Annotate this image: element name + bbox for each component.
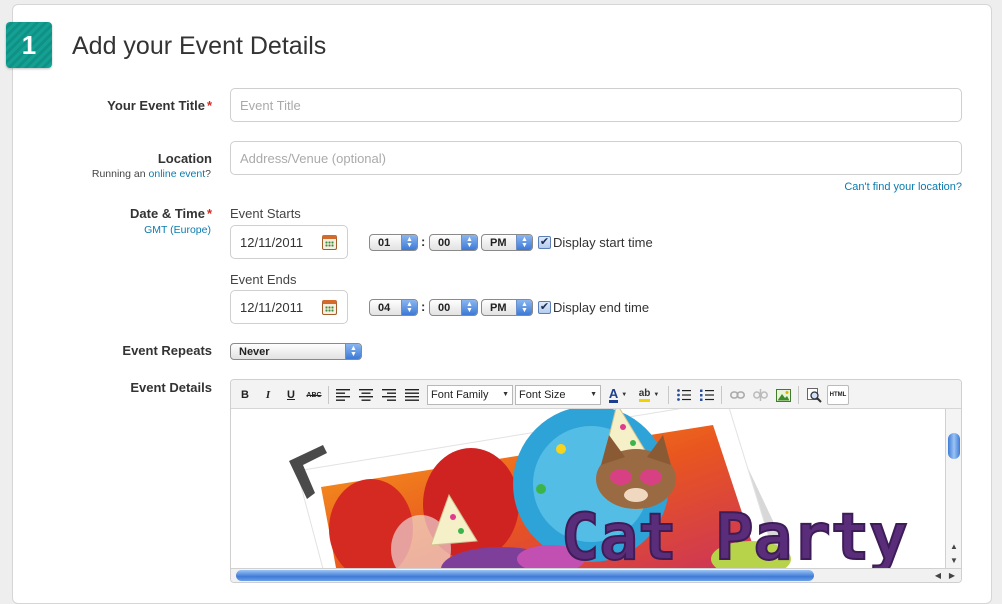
time-colon: : (421, 299, 426, 314)
event-details-editor[interactable]: B I U ABC Font Family ▼ Font Size ▼ A ▼ ab ▼ (230, 379, 962, 583)
timezone-link[interactable]: GMT (Europe) (144, 224, 211, 236)
font-color-glyph: A (608, 385, 619, 403)
start-minute-value: 00 (438, 236, 451, 249)
scroll-left-icon[interactable]: ◀ (935, 571, 941, 580)
event-ends-caption: Event Ends (230, 272, 297, 287)
toolbar-separator (668, 386, 669, 404)
start-ampm-select[interactable]: PM ▲ ▼ (481, 234, 533, 251)
time-colon: : (421, 234, 426, 249)
font-family-value: Font Family (431, 389, 489, 401)
end-minute-select[interactable]: 00 ▲ ▼ (429, 299, 478, 316)
display-end-time-checkbox[interactable]: ✔ (538, 301, 551, 314)
page-title: Add your Event Details (72, 32, 327, 60)
highlight-glyph: ab (638, 388, 651, 402)
event-repeats-value: Never (239, 345, 270, 358)
scroll-up-icon[interactable]: ▲ (950, 542, 958, 551)
bold-button[interactable]: B (235, 385, 255, 405)
dropdown-arrow-icon: ▼ (502, 391, 509, 398)
start-minute-select[interactable]: 00 ▲ ▼ (429, 234, 478, 251)
end-ampm-select[interactable]: PM ▲ ▼ (481, 299, 533, 316)
display-start-time-label: Display start time (553, 235, 653, 250)
display-end-time-label: Display end time (553, 300, 650, 315)
location-label: Location (157, 151, 212, 166)
end-minute-value: 00 (438, 301, 451, 314)
select-arrows-icon: ▲ ▼ (516, 235, 532, 250)
dropdown-arrow-icon: ▼ (590, 391, 597, 398)
select-arrows-icon: ▲ ▼ (461, 300, 477, 315)
event-details-label: Event Details (130, 380, 212, 395)
highlight-color-button[interactable]: ab ▼ (634, 385, 664, 405)
event-repeats-select[interactable]: Never ▲ ▼ (230, 343, 362, 360)
editor-content-area[interactable]: Cat Party (231, 409, 945, 568)
end-hour-select[interactable]: 04 ▲ ▼ (369, 299, 418, 316)
event-starts-caption: Event Starts (230, 206, 301, 221)
numbered-list-icon[interactable] (697, 385, 717, 405)
location-input[interactable] (230, 141, 962, 175)
bullet-list-icon[interactable] (674, 385, 694, 405)
toolbar-separator (798, 386, 799, 404)
align-center-icon[interactable] (356, 385, 376, 405)
cat-party-text: Cat Party (561, 501, 908, 568)
start-ampm-value: PM (490, 236, 507, 249)
insert-image-icon[interactable] (773, 385, 793, 405)
event-title-input[interactable] (230, 88, 962, 122)
end-date-value: 12/11/2011 (240, 299, 304, 315)
calendar-icon[interactable] (322, 300, 337, 315)
editor-vertical-scrollbar[interactable]: ▲ ▼ (945, 409, 961, 568)
online-event-hint-suffix: ? (205, 168, 211, 180)
dropdown-arrow-icon: ▼ (653, 392, 660, 398)
online-event-hint-prefix: Running an (91, 168, 149, 180)
online-event-hint: Running an online event? (92, 168, 211, 180)
start-date-value: 12/11/2011 (240, 234, 304, 250)
select-arrows-icon: ▲ ▼ (516, 300, 532, 315)
select-arrows-icon: ▲ ▼ (461, 235, 477, 250)
event-title-label: Your Event Title * (107, 98, 212, 113)
date-time-label-text: Date & Time (130, 206, 205, 221)
vertical-scroll-thumb[interactable] (948, 433, 960, 459)
link-icon[interactable] (727, 385, 747, 405)
end-hour-value: 04 (378, 301, 391, 314)
display-start-time-checkbox[interactable]: ✔ (538, 236, 551, 249)
online-event-link[interactable]: online event (149, 168, 206, 180)
unlink-icon[interactable] (750, 385, 770, 405)
italic-button[interactable]: I (258, 385, 278, 405)
event-title-label-text: Your Event Title (107, 98, 205, 113)
dropdown-arrow-icon: ▼ (621, 392, 628, 398)
start-date-input[interactable]: 12/11/2011 (230, 225, 348, 259)
calendar-icon[interactable] (322, 235, 337, 250)
date-time-label: Date & Time * (130, 206, 212, 221)
scroll-right-icon[interactable]: ▶ (949, 571, 955, 580)
underline-button[interactable]: U (281, 385, 301, 405)
editor-toolbar: B I U ABC Font Family ▼ Font Size ▼ A ▼ ab ▼ (231, 380, 961, 409)
select-arrows-icon: ▲ ▼ (401, 300, 417, 315)
start-hour-select[interactable]: 01 ▲ ▼ (369, 234, 418, 251)
font-family-select[interactable]: Font Family ▼ (427, 385, 513, 405)
align-left-icon[interactable] (333, 385, 353, 405)
required-mark: * (206, 206, 212, 221)
step-number-badge: 1 (6, 22, 52, 68)
select-arrows-icon: ▲ ▼ (401, 235, 417, 250)
strikethrough-button[interactable]: ABC (304, 385, 324, 405)
event-repeats-label: Event Repeats (122, 343, 212, 358)
toolbar-separator (328, 386, 329, 404)
preview-icon[interactable] (804, 385, 824, 405)
toolbar-separator (721, 386, 722, 404)
font-size-value: Font Size (519, 389, 566, 401)
cant-find-location-link[interactable]: Can't find your location? (844, 181, 962, 193)
align-justify-icon[interactable] (402, 385, 422, 405)
start-hour-value: 01 (378, 236, 391, 249)
required-mark: * (206, 98, 212, 113)
scroll-down-icon[interactable]: ▼ (950, 556, 958, 565)
end-ampm-value: PM (490, 301, 507, 314)
align-right-icon[interactable] (379, 385, 399, 405)
cat-party-image: Cat Party (289, 409, 909, 568)
select-arrows-icon: ▲ ▼ (345, 344, 361, 359)
html-source-button[interactable]: HTML (827, 385, 849, 405)
font-color-button[interactable]: A ▼ (605, 385, 631, 405)
editor-horizontal-scrollbar[interactable]: ◀ ▶ (231, 568, 961, 582)
font-size-select[interactable]: Font Size ▼ (515, 385, 601, 405)
horizontal-scroll-thumb[interactable] (236, 570, 814, 581)
end-date-input[interactable]: 12/11/2011 (230, 290, 348, 324)
